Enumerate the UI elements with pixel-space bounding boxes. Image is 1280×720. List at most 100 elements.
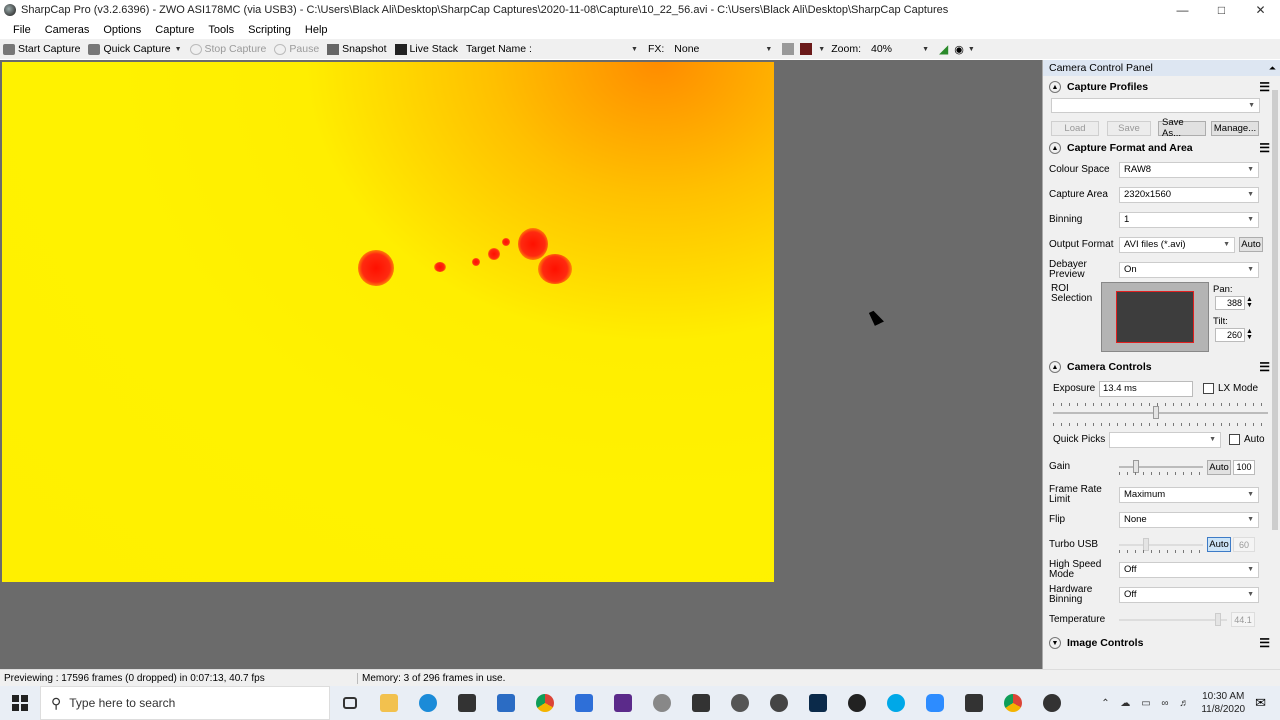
image-viewer[interactable] <box>0 60 1042 669</box>
hardware-binning-select[interactable]: Off ▼ <box>1119 586 1259 603</box>
tilt-value[interactable]: 260 <box>1215 328 1245 342</box>
gain-value[interactable]: 100 <box>1233 459 1255 475</box>
zoom-combo[interactable]: 40% ▼ <box>869 43 931 55</box>
pan-value[interactable]: 388 <box>1215 296 1245 310</box>
app-icon[interactable] <box>564 686 603 720</box>
collapse-icon[interactable]: ▲ <box>1049 142 1061 154</box>
skype-icon[interactable] <box>876 686 915 720</box>
sharpcap-taskbar-icon[interactable] <box>642 686 681 720</box>
zoom-icon[interactable]: ◉ <box>954 43 964 56</box>
fx-selector[interactable]: FX: None ▼ <box>648 43 774 55</box>
stop-capture-button[interactable]: Stop Capture <box>189 43 266 55</box>
zoom-app-icon[interactable] <box>915 686 954 720</box>
app-icon[interactable] <box>759 686 798 720</box>
menu-file[interactable]: File <box>6 24 38 36</box>
app-icon[interactable] <box>954 686 993 720</box>
menu-scripting[interactable]: Scripting <box>241 24 298 36</box>
collapse-icon[interactable]: ▼ <box>1049 637 1061 649</box>
start-button[interactable] <box>0 686 40 720</box>
target-name-field[interactable]: Target Name : ▼ <box>466 43 640 55</box>
spin-arrows-icon[interactable]: ▲ ▼ <box>1246 296 1253 309</box>
binning-select[interactable]: 1 ▼ <box>1119 211 1259 228</box>
roi-rectangle[interactable] <box>1116 291 1194 343</box>
start-capture-button[interactable]: Start Capture <box>3 43 80 55</box>
edge-icon[interactable] <box>408 686 447 720</box>
colour-space-select[interactable]: RAW8 ▼ <box>1119 161 1259 178</box>
color-toggle-icon[interactable] <box>800 43 813 55</box>
pin-icon[interactable]: ⏶ <box>1269 63 1276 74</box>
capture-area-select[interactable]: 2320x1560 ▼ <box>1119 186 1259 203</box>
menu-icon[interactable]: ☰ <box>1259 141 1270 155</box>
exposure-input[interactable]: 13.4 ms <box>1099 380 1193 397</box>
slider-thumb[interactable] <box>1153 406 1159 419</box>
minimize-button[interactable]: — <box>1163 0 1202 20</box>
menu-cameras[interactable]: Cameras <box>38 24 97 36</box>
quick-capture-button[interactable]: Quick Capture ▼ <box>88 43 182 55</box>
tray-icons[interactable]: ⌃ ☁ ▭ ∞ ♬ <box>1101 698 1193 709</box>
fx-combo[interactable]: None ▼ <box>672 43 774 55</box>
pause-button[interactable]: Pause <box>274 43 319 55</box>
mail-icon[interactable] <box>486 686 525 720</box>
exposure-auto-checkbox[interactable] <box>1229 434 1240 445</box>
task-view-icon[interactable] <box>330 686 369 720</box>
live-stack-button[interactable]: Live Stack <box>394 43 458 55</box>
app-icon[interactable] <box>720 686 759 720</box>
collapse-icon[interactable]: ▲ <box>1049 81 1061 93</box>
tilt-spinner[interactable]: 260 ▲ ▼ <box>1215 328 1253 342</box>
app-icon[interactable] <box>681 686 720 720</box>
chrome-icon[interactable] <box>993 686 1032 720</box>
pan-spinner[interactable]: 388 ▲ ▼ <box>1215 296 1253 310</box>
zoom-selector[interactable]: Zoom: 40% ▼ <box>831 43 931 55</box>
load-profile-button[interactable]: Load <box>1051 120 1099 136</box>
gain-auto-button[interactable]: Auto <box>1207 459 1231 475</box>
panel-scrollbar[interactable] <box>1270 76 1280 669</box>
capture-profiles-header[interactable]: ▲ Capture Profiles ☰ <box>1043 78 1280 96</box>
chevron-down-icon[interactable]: ▼ <box>175 46 182 53</box>
turbo-usb-slider[interactable] <box>1119 537 1203 553</box>
high-speed-select[interactable]: Off ▼ <box>1119 561 1259 578</box>
collapse-icon[interactable]: ▲ <box>1049 361 1061 373</box>
photoshop-icon[interactable] <box>798 686 837 720</box>
menu-capture[interactable]: Capture <box>148 24 201 36</box>
clock[interactable]: 10:30 AM 11/8/2020 <box>1201 690 1245 716</box>
asi-studio-icon[interactable] <box>837 686 876 720</box>
menu-icon[interactable]: ☰ <box>1259 360 1270 374</box>
close-button[interactable]: ✕ <box>1241 0 1280 20</box>
menu-tools[interactable]: Tools <box>201 24 241 36</box>
menu-options[interactable]: Options <box>96 24 148 36</box>
frame-rate-select[interactable]: Maximum ▼ <box>1119 486 1259 503</box>
notifications-icon[interactable]: ✉ <box>1255 695 1266 711</box>
save-as-profile-button[interactable]: Save As... <box>1158 117 1206 139</box>
store-icon[interactable] <box>447 686 486 720</box>
camera-controls-header[interactable]: ▲ Camera Controls ☰ <box>1043 358 1280 376</box>
capture-profile-select[interactable]: ▼ <box>1051 98 1260 113</box>
output-format-select[interactable]: AVI files (*.avi) ▼ <box>1119 236 1235 253</box>
gain-slider[interactable] <box>1119 459 1203 475</box>
snapshot-button[interactable]: Snapshot <box>327 43 387 55</box>
histogram-icon[interactable]: ◢ <box>939 42 948 56</box>
scrollbar-thumb[interactable] <box>1272 90 1278 530</box>
roi-preview[interactable] <box>1101 282 1209 352</box>
flip-select[interactable]: None ▼ <box>1119 511 1259 528</box>
capture-format-header[interactable]: ▲ Capture Format and Area ☰ <box>1043 139 1280 157</box>
menu-icon[interactable]: ☰ <box>1259 80 1270 94</box>
quick-picks-select[interactable]: ▼ <box>1109 431 1221 448</box>
app-icon[interactable] <box>603 686 642 720</box>
menu-icon[interactable]: ☰ <box>1259 636 1270 650</box>
target-name-combo[interactable]: ▼ <box>532 46 640 53</box>
manage-profiles-button[interactable]: Manage... <box>1211 120 1259 136</box>
taskbar-search[interactable]: ⚲ Type here to search <box>40 686 330 720</box>
app-icon[interactable] <box>1032 686 1071 720</box>
chrome-icon[interactable] <box>525 686 564 720</box>
maximize-button[interactable]: □ <box>1202 0 1241 20</box>
image-controls-header[interactable]: ▼ Image Controls ☰ <box>1043 634 1280 652</box>
histogram-toggle-icon[interactable] <box>782 43 795 55</box>
turbo-usb-auto-button[interactable]: Auto <box>1207 537 1231 552</box>
chevron-down-icon[interactable]: ▼ <box>818 46 825 53</box>
exposure-slider[interactable] <box>1053 401 1268 427</box>
debayer-select[interactable]: On ▼ <box>1119 261 1259 278</box>
spin-arrows-icon[interactable]: ▲ ▼ <box>1246 328 1253 341</box>
file-explorer-icon[interactable] <box>369 686 408 720</box>
menu-help[interactable]: Help <box>298 24 335 36</box>
lx-mode-checkbox[interactable] <box>1203 383 1214 394</box>
